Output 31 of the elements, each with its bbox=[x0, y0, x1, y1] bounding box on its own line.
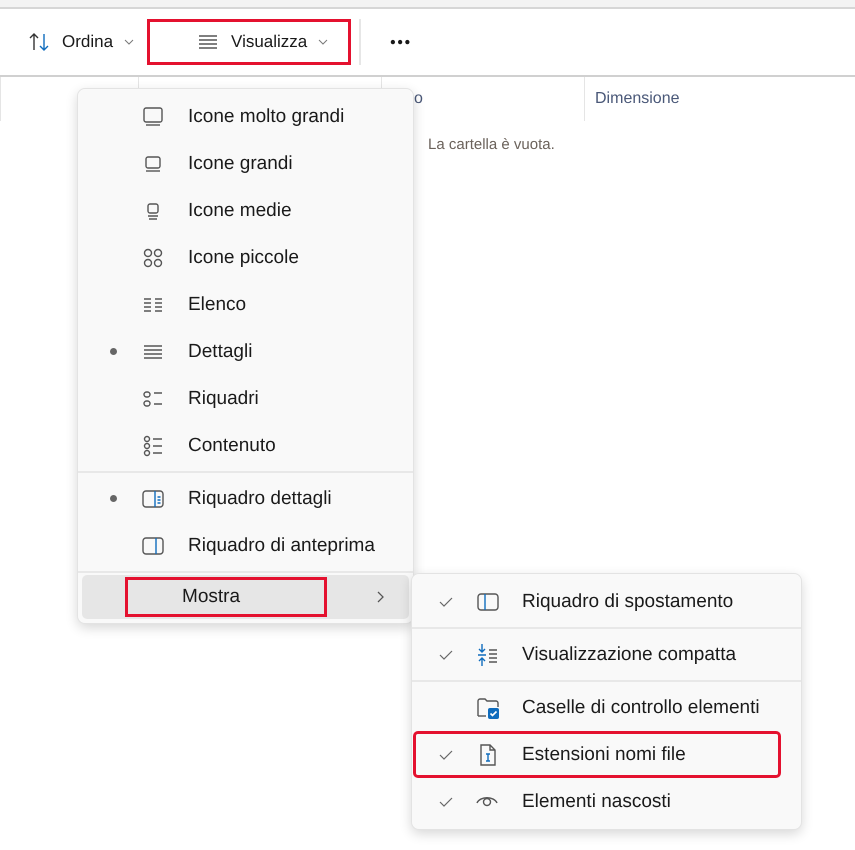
column-header[interactable]: o bbox=[414, 90, 423, 108]
empty-folder-message: La cartella è vuota. bbox=[428, 136, 555, 153]
highlighted-label: Mostra bbox=[125, 577, 327, 617]
chevron-right-icon bbox=[376, 591, 384, 603]
eye-icon bbox=[476, 796, 498, 807]
menu-item[interactable]: Icone medie bbox=[82, 187, 409, 234]
caret-icon bbox=[318, 39, 328, 45]
column-header[interactable]: Dimensione bbox=[595, 90, 680, 108]
menu-item[interactable]: Riquadro di anteprima bbox=[82, 522, 409, 569]
menu-item[interactable]: Dettagli bbox=[82, 328, 409, 375]
menu-item[interactable]: Riquadro di spostamento bbox=[413, 578, 781, 625]
view-button[interactable]: Visualizza bbox=[147, 19, 352, 65]
menu-item[interactable]: Visualizzazione compatta bbox=[413, 631, 781, 678]
folder-checkbox-icon bbox=[476, 696, 500, 720]
menu-item[interactable]: Icone grandi bbox=[82, 140, 409, 187]
menu-item[interactable]: Icone piccole bbox=[82, 234, 409, 281]
menu-item[interactable]: Icone molto grandi bbox=[82, 93, 409, 140]
submenu-item[interactable]: Mostra bbox=[82, 575, 409, 619]
menu-item[interactable]: Caselle di controllo elementi bbox=[413, 684, 781, 731]
compact-icon bbox=[476, 642, 500, 666]
menu-item[interactable]: Riquadri bbox=[82, 375, 409, 422]
menu-item[interactable]: Elenco bbox=[82, 281, 409, 328]
content-icon bbox=[141, 434, 165, 458]
monitor-icon bbox=[141, 104, 165, 128]
more-button[interactable]: ••• bbox=[377, 19, 426, 65]
menu-item[interactable]: Contenuto bbox=[82, 422, 409, 469]
menu-item[interactable]: Estensioni nomi file bbox=[413, 731, 781, 778]
menu-item[interactable]: Riquadro dettagli bbox=[82, 475, 409, 522]
sort-button[interactable]: Ordina bbox=[14, 19, 148, 65]
caret-icon bbox=[124, 39, 134, 45]
menu-item[interactable]: Elementi nascosti bbox=[413, 778, 781, 825]
